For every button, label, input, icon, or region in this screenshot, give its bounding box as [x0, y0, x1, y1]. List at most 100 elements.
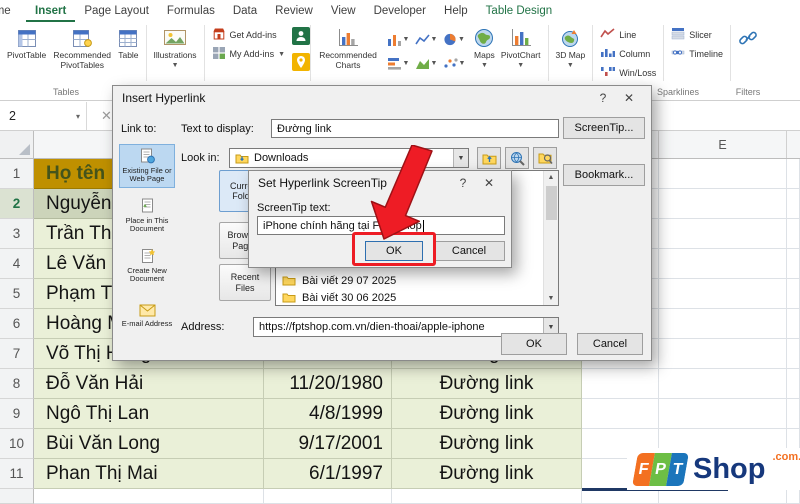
bing-maps-addin-icon[interactable] [292, 53, 311, 76]
cell[interactable] [659, 159, 787, 189]
cell-date[interactable]: 6/1/1997 [264, 459, 392, 489]
sidebar-item-create-new-document[interactable]: Create New Document [119, 244, 175, 288]
browse-web-button[interactable] [505, 147, 529, 169]
row-header[interactable]: 9 [0, 399, 34, 429]
tab-formulas[interactable]: Formulas [158, 0, 224, 22]
pie-chart-button[interactable]: ▼ [441, 28, 467, 50]
pivottable-button[interactable]: PivotTable [4, 23, 49, 63]
sparkline-line-button[interactable]: Line [597, 25, 639, 44]
help-icon[interactable]: ? [590, 91, 616, 105]
cell[interactable] [392, 489, 582, 504]
cell-link[interactable]: Đường link [392, 429, 582, 459]
cell[interactable] [659, 279, 787, 309]
tab-page-layout[interactable]: Page Layout [75, 0, 158, 22]
tab-home[interactable]: Home [0, 0, 26, 22]
row-header[interactable]: 1 [0, 159, 34, 189]
cell-link[interactable]: Đường link [392, 399, 582, 429]
sidebar-item-place-in-document[interactable]: Place in This Document [119, 194, 175, 238]
scroll-up-icon[interactable]: ▲ [544, 174, 558, 181]
list-item-folder[interactable]: Bài viết 30 06 2025 [278, 289, 541, 305]
row-header[interactable]: 11 [0, 459, 34, 489]
sidebar-item-email-address[interactable]: E-mail Address [119, 294, 175, 338]
tab-data[interactable]: Data [224, 0, 266, 22]
slicer-button[interactable]: Slicer [668, 25, 715, 44]
cell-date[interactable]: 11/20/1980 [264, 369, 392, 399]
cell[interactable] [264, 489, 392, 504]
text-to-display-input[interactable]: Đường link [271, 119, 559, 138]
row-header[interactable]: 8 [0, 369, 34, 399]
row-header[interactable]: 5 [0, 279, 34, 309]
sidebar-item-existing-file[interactable]: Existing File or Web Page [119, 144, 175, 188]
tab-insert[interactable]: Insert [26, 0, 75, 22]
cell[interactable] [659, 489, 787, 504]
bar-chart-button[interactable]: ▼ [385, 52, 411, 74]
cell[interactable] [659, 309, 787, 339]
ok-button[interactable]: OK [501, 333, 567, 355]
illustrations-button[interactable]: Illustrations ▼ [151, 23, 200, 71]
cell-link[interactable]: Đường link [392, 369, 582, 399]
browse-file-button[interactable] [533, 147, 557, 169]
maps-button[interactable]: Maps ▼ [471, 23, 498, 71]
close-icon[interactable]: ✕ [476, 176, 502, 190]
row-header[interactable]: 7 [0, 339, 34, 369]
row-header[interactable]: 10 [0, 429, 34, 459]
cell[interactable] [659, 369, 787, 399]
column-header-e[interactable]: E [659, 131, 787, 158]
cell-name[interactable]: Bùi Văn Long [34, 429, 264, 459]
people-graph-addin-icon[interactable] [292, 27, 311, 50]
cell[interactable] [659, 399, 787, 429]
column-chart-button[interactable]: ▼ [385, 28, 411, 50]
select-all-corner[interactable] [0, 131, 34, 158]
timeline-button[interactable]: Timeline [668, 44, 726, 63]
scroll-down-icon[interactable]: ▼ [544, 295, 558, 302]
get-addins-button[interactable]: Get Add-ins [209, 25, 280, 44]
cell[interactable] [659, 339, 787, 369]
recent-files-button[interactable]: Recent Files [219, 264, 271, 301]
3d-map-button[interactable]: 3D Map ▼ [553, 23, 589, 71]
row-header[interactable]: 2 [0, 189, 34, 219]
link-button[interactable] [735, 23, 757, 53]
tab-review[interactable]: Review [266, 0, 322, 22]
cell-name[interactable]: Phan Thị Mai [34, 459, 264, 489]
cell[interactable] [659, 249, 787, 279]
cell[interactable] [582, 489, 659, 504]
scrollbar[interactable]: ▲ ▼ [543, 171, 558, 305]
pivotchart-button[interactable]: PivotChart ▼ [498, 23, 544, 71]
scrollbar-thumb[interactable] [546, 186, 557, 220]
cell[interactable] [659, 189, 787, 219]
cell-date[interactable]: 4/8/1999 [264, 399, 392, 429]
line-chart-button[interactable]: ▼ [413, 28, 439, 50]
list-item-folder[interactable]: Bài viết 29 07 2025 [278, 272, 541, 289]
row-header[interactable]: 6 [0, 309, 34, 339]
row-header[interactable]: 4 [0, 249, 34, 279]
name-box[interactable]: 2 [0, 102, 70, 130]
recommended-pivottables-button[interactable]: Recommended PivotTables [49, 23, 115, 73]
tab-table-design[interactable]: Table Design [477, 0, 561, 22]
screentip-button[interactable]: ScreenTip... [563, 117, 645, 139]
table-button[interactable]: Table [115, 23, 141, 63]
row-header[interactable] [0, 489, 34, 504]
cell[interactable] [582, 369, 659, 399]
cell-link[interactable]: Đường link [392, 459, 582, 489]
my-addins-button[interactable]: My Add-ins ▼ [209, 44, 288, 63]
dialog-title-bar[interactable]: Insert Hyperlink ? ✕ [113, 86, 651, 110]
bookmark-button[interactable]: Bookmark... [563, 164, 645, 186]
cell[interactable] [582, 399, 659, 429]
tab-view[interactable]: View [322, 0, 365, 22]
area-chart-button[interactable]: ▼ [413, 52, 439, 74]
scatter-chart-button[interactable]: ▼ [441, 52, 467, 74]
close-icon[interactable]: ✕ [616, 91, 642, 105]
cell[interactable] [34, 489, 264, 504]
cell-name[interactable]: Ngô Thị Lan [34, 399, 264, 429]
cancel-button[interactable]: Cancel [577, 333, 643, 355]
sparkline-winloss-button[interactable]: Win/Loss [597, 63, 659, 82]
up-one-folder-button[interactable] [477, 147, 501, 169]
sparkline-column-button[interactable]: Column [597, 44, 653, 63]
cell-date[interactable]: 9/17/2001 [264, 429, 392, 459]
tab-help[interactable]: Help [435, 0, 477, 22]
recommended-charts-button[interactable]: Recommended Charts [315, 23, 381, 73]
cell[interactable] [659, 219, 787, 249]
name-box-dropdown-icon[interactable]: ▾ [70, 112, 86, 121]
row-header[interactable]: 3 [0, 219, 34, 249]
tab-developer[interactable]: Developer [365, 0, 435, 22]
